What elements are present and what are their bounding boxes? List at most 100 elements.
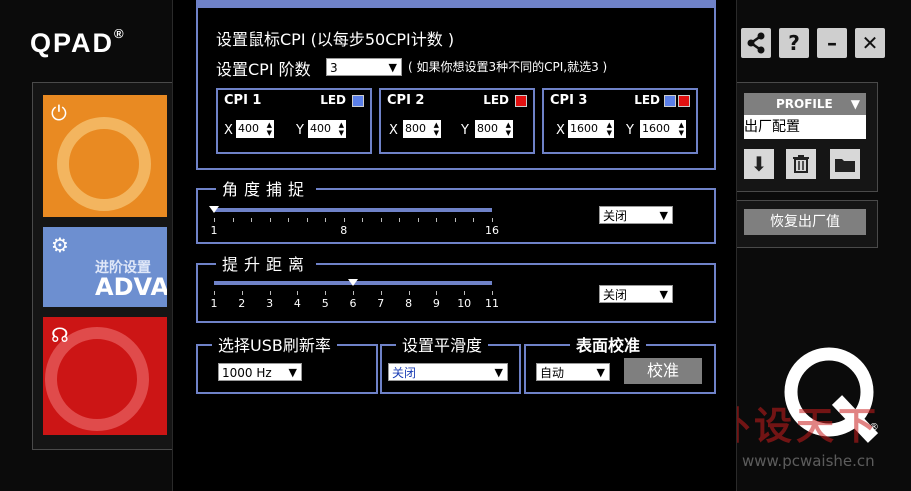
lift-distance-select[interactable]: 关闭 ▼: [599, 285, 673, 303]
led-color-swatch-red[interactable]: [678, 95, 690, 107]
share-button[interactable]: [741, 28, 771, 58]
slider-tick-label: 10: [457, 297, 472, 310]
cpi-card-3: CPI 3 LED X 1600 ▲ ▼ Y 1600 ▲ ▼: [542, 88, 698, 154]
slider-tick: [306, 218, 308, 222]
slider-tick: [436, 291, 438, 295]
usb-polling-select[interactable]: 1000 Hz ▼: [218, 363, 302, 381]
slider-tick: [232, 218, 234, 222]
help-icon: ?: [788, 31, 800, 55]
slider-tick: [325, 218, 327, 222]
cpi1-x-spinbox[interactable]: 400 ▲ ▼: [236, 120, 274, 138]
cpi-card-name: CPI 2: [387, 93, 425, 108]
chevron-down-icon: ▼: [288, 366, 297, 379]
lift-distance-group: 提升距离 1 2 3 4 5 6 7 8 9 10 11 关闭 ▼: [196, 251, 716, 323]
help-button[interactable]: ?: [779, 28, 809, 58]
slider-tick: [380, 218, 382, 222]
usb-polling-group: 选择USB刷新率 1000 Hz ▼: [196, 332, 378, 394]
led-label: LED: [320, 93, 346, 107]
slider-tick: [492, 218, 493, 222]
cpi3-x-spinbox[interactable]: 1600 ▲ ▼: [568, 120, 614, 138]
smoothing-title: 设置平滑度: [396, 332, 489, 356]
cpi-title: 设置鼠标CPI (以每步50CPI计数 ): [216, 30, 455, 49]
spin-arrows-icon: ▲ ▼: [678, 121, 684, 137]
slider-tick: [362, 218, 364, 222]
window-controls: ? – ✕: [741, 28, 885, 58]
slider-tick-label: 11: [485, 297, 499, 310]
led-color-swatch-blue[interactable]: [664, 95, 676, 107]
cpi2-x-spinbox[interactable]: 800 ▲ ▼: [403, 120, 441, 138]
surface-calibration-group: 表面校准 自动 ▼ 校准: [524, 332, 716, 394]
qpad-logo: QPAD®: [30, 26, 126, 58]
slider-tick-label: 8: [340, 224, 348, 237]
slider-track[interactable]: [214, 208, 492, 212]
led-label: LED: [634, 93, 660, 107]
y-label: Y: [461, 123, 469, 138]
angle-snapping-select[interactable]: 关闭 ▼: [599, 206, 673, 224]
slider-tick: [436, 218, 438, 222]
slider-tick: [353, 291, 354, 295]
led-color-swatch-red[interactable]: [515, 95, 527, 107]
surface-calibration-title: 表面校准: [570, 332, 647, 356]
spin-arrows-icon: ▲ ▼: [338, 121, 344, 137]
tile-power[interactable]: ⏻: [43, 95, 167, 217]
cpi2-y-spinbox[interactable]: 800 ▲ ▼: [475, 120, 513, 138]
chevron-down-icon: ▼: [659, 288, 668, 301]
spin-arrows-icon: ▲ ▼: [266, 121, 272, 137]
led-color-swatch-blue[interactable]: [352, 95, 364, 107]
profile-header-label: PROFILE: [776, 97, 833, 111]
cpi-levels-value: 3: [330, 61, 338, 75]
cpi-card-2: CPI 2 LED X 800 ▲ ▼ Y 800 ▲ ▼: [379, 88, 535, 154]
slider-tick: [251, 218, 253, 222]
cpi3-y-spinbox[interactable]: 1600 ▲ ▼: [640, 120, 686, 138]
cpi-card-1: CPI 1 LED X 400 ▲ ▼ Y 400 ▲ ▼: [216, 88, 372, 154]
x-label: X: [389, 123, 398, 138]
slider-tick-label: 9: [432, 297, 440, 310]
cpi-levels-select[interactable]: 3 ▼: [326, 58, 402, 76]
slider-tick: [288, 218, 290, 222]
slider-tick: [325, 291, 327, 295]
cpi-group-header: [198, 0, 714, 8]
tile-support[interactable]: ☊: [43, 317, 167, 435]
delete-profile-button[interactable]: [786, 149, 816, 179]
mode-tiles-panel: ⏻ ⚙ 进阶设置 ADVA ☊: [32, 82, 174, 450]
open-profile-button[interactable]: [830, 149, 860, 179]
slider-tick: [380, 291, 382, 295]
slider-tick-label: 2: [238, 297, 246, 310]
calibrate-button[interactable]: 校准: [624, 358, 702, 384]
cpi1-y-spinbox[interactable]: 400 ▲ ▼: [308, 120, 346, 138]
smoothing-group: 设置平滑度 关闭 ▼: [380, 332, 521, 394]
slider-tick-label: 6: [349, 297, 357, 310]
slider-tick: [214, 291, 215, 295]
slider-tick: [269, 291, 271, 295]
profile-name-field[interactable]: 出厂配置: [744, 115, 866, 139]
smoothing-select[interactable]: 关闭 ▼: [388, 363, 508, 381]
close-button[interactable]: ✕: [855, 28, 885, 58]
reset-panel: 恢复出厂值: [735, 200, 878, 248]
cpi-card-name: CPI 3: [550, 93, 588, 108]
minimize-button[interactable]: –: [817, 28, 847, 58]
y-label: Y: [626, 123, 634, 138]
slider-tick: [408, 291, 410, 295]
download-arrow-icon: ⬇: [750, 152, 768, 176]
tile-advanced[interactable]: ⚙ 进阶设置 ADVA: [43, 227, 167, 307]
slider-tick-label: 5: [321, 297, 329, 310]
reset-factory-button[interactable]: 恢复出厂值: [744, 209, 866, 235]
spin-arrows-icon: ▲ ▼: [606, 121, 612, 137]
slider-tick-label: 1: [210, 297, 218, 310]
power-icon: ⏻: [51, 101, 67, 125]
slider-tick: [473, 218, 475, 222]
import-profile-button[interactable]: ⬇: [744, 149, 774, 179]
cpi-levels-label: 设置CPI 阶数: [216, 60, 311, 79]
share-icon: [747, 32, 765, 54]
slider-tick-label: 7: [377, 297, 385, 310]
headset-icon: ☊: [51, 323, 69, 347]
slider-tick: [241, 291, 243, 295]
surface-calibration-select[interactable]: 自动 ▼: [536, 363, 610, 381]
close-icon: ✕: [861, 31, 879, 55]
slider-thumb[interactable]: [209, 206, 219, 213]
profile-dropdown[interactable]: PROFILE ▼: [744, 93, 866, 115]
chevron-down-icon: ▼: [659, 209, 668, 222]
slider-thumb[interactable]: [348, 279, 358, 286]
slider-tick: [464, 291, 466, 295]
cpi-card-name: CPI 1: [224, 93, 262, 108]
